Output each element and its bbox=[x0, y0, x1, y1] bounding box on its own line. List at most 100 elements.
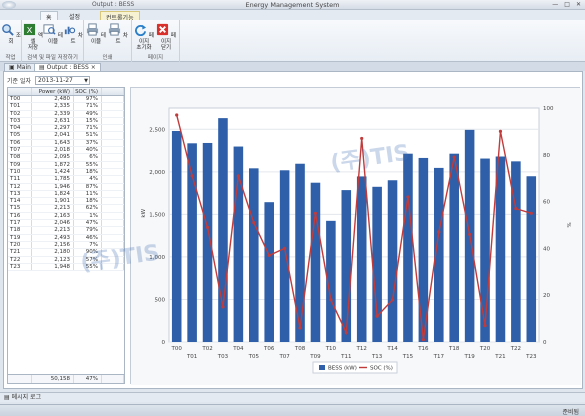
table-row[interactable]: T22 2,123 57% bbox=[8, 256, 124, 264]
soc-point-T09 bbox=[313, 211, 318, 215]
ribbon-tabs: 홈 설정 컨트롤기능 bbox=[0, 10, 585, 22]
row-soc: 18% bbox=[74, 198, 102, 205]
x-tick-label: T05 bbox=[248, 354, 260, 360]
table-row[interactable]: T12 1,946 87% bbox=[8, 183, 124, 191]
x-tick-label: T06 bbox=[263, 346, 275, 352]
table-row[interactable]: T01 2,335 71% bbox=[8, 103, 124, 111]
table-row[interactable]: T05 2,041 51% bbox=[8, 132, 124, 140]
soc-point-T17 bbox=[437, 230, 441, 234]
soc-point-T02 bbox=[205, 225, 210, 229]
row-soc: 57% bbox=[74, 256, 102, 263]
table-row[interactable]: T23 1,948 55% bbox=[8, 263, 124, 272]
row-power: 2,041 bbox=[32, 132, 74, 139]
row-time: T15 bbox=[8, 205, 32, 212]
doc-tab-main[interactable]: ▣ Main bbox=[4, 63, 36, 71]
svg-text:X: X bbox=[27, 25, 33, 35]
row-soc: 55% bbox=[74, 161, 102, 168]
row-time: T06 bbox=[8, 139, 32, 147]
excel-save-button[interactable]: X 엑셀 저장 bbox=[23, 23, 43, 51]
table-row[interactable]: T04 2,297 71% bbox=[8, 125, 124, 133]
row-power: 2,046 bbox=[32, 220, 74, 227]
soc-point-T13 bbox=[375, 314, 379, 318]
x-tick-label: T21 bbox=[494, 354, 505, 360]
bess-chart: 0 500 1,000 1,500 2,000 2,500 0 20 40 60 80 100 kW% T… bbox=[131, 88, 581, 385]
status-text: 준비됨 bbox=[562, 409, 579, 416]
chevron-down-icon[interactable]: ▼ bbox=[84, 77, 88, 85]
x-tick-label: T12 bbox=[356, 346, 367, 352]
table-row[interactable]: T17 2,046 47% bbox=[8, 220, 124, 228]
table-row[interactable]: T10 1,424 18% bbox=[8, 168, 124, 177]
chart-print-button[interactable]: 차트 bbox=[108, 23, 128, 45]
x-tick-label: T00 bbox=[171, 346, 183, 352]
table-row[interactable]: T03 2,631 15% bbox=[8, 117, 124, 126]
row-soc: 40% bbox=[74, 147, 102, 154]
bar-T07 bbox=[279, 170, 290, 342]
x-tick-label: T10 bbox=[325, 346, 337, 352]
close-tab-icon[interactable]: × bbox=[91, 64, 96, 71]
x-tick-label: T07 bbox=[278, 354, 290, 360]
table-row[interactable]: T18 2,213 79% bbox=[8, 227, 124, 235]
date-picker[interactable]: 2013-11-27 ▼ bbox=[35, 76, 90, 85]
table-print-button[interactable]: 테이블 bbox=[86, 23, 106, 45]
table-row[interactable]: T02 2,339 49% bbox=[8, 110, 124, 118]
bar-T14 bbox=[387, 180, 398, 342]
row-time: T07 bbox=[8, 147, 32, 154]
group-search-save: X 엑셀 저장 테이블 차트 검색 및 파일 저장하기 bbox=[22, 20, 84, 62]
message-log-label: 메시지 로그 bbox=[11, 394, 42, 401]
row-power: 2,095 bbox=[32, 154, 74, 161]
row-power: 2,123 bbox=[32, 256, 74, 263]
row-soc: 18% bbox=[74, 168, 102, 176]
chart-print-icon bbox=[109, 23, 121, 36]
table-row[interactable]: T16 2,163 1% bbox=[8, 212, 124, 221]
table-row[interactable]: T15 2,213 62% bbox=[8, 205, 124, 213]
maximize-button[interactable]: □ bbox=[564, 1, 570, 8]
table-row[interactable]: T07 2,018 40% bbox=[8, 147, 124, 155]
close-window-button[interactable]: ✕ bbox=[576, 1, 581, 8]
tab-control-functions[interactable]: 컨트롤기능 bbox=[100, 11, 140, 22]
page-reset-button[interactable]: 페이지 초기화 bbox=[134, 23, 154, 51]
header-soc[interactable]: SOC (%) bbox=[74, 88, 102, 95]
x-tick-label: T22 bbox=[510, 346, 521, 352]
page-close-button[interactable]: 페이지 닫기 bbox=[156, 23, 176, 51]
x-tick-label: T11 bbox=[340, 354, 351, 360]
table-row[interactable]: T13 1,824 11% bbox=[8, 190, 124, 199]
row-power: 2,213 bbox=[32, 205, 74, 212]
table-search-button[interactable]: 테이블 bbox=[43, 23, 63, 45]
x-tick-label: T15 bbox=[402, 354, 414, 360]
table-row[interactable]: T11 1,785 4% bbox=[8, 176, 124, 184]
row-soc: 71% bbox=[74, 103, 102, 110]
tab-home[interactable]: 홈 bbox=[40, 11, 58, 22]
date-label: 기준 일자 bbox=[7, 78, 31, 85]
table-row[interactable]: T08 2,095 6% bbox=[8, 154, 124, 162]
table-row[interactable]: T00 2,480 97% bbox=[8, 96, 124, 104]
row-soc: 6% bbox=[74, 154, 102, 161]
x-tick-label: T02 bbox=[201, 346, 212, 352]
row-power: 2,213 bbox=[32, 227, 74, 234]
soc-point-T15 bbox=[406, 195, 410, 199]
table-row[interactable]: T19 2,493 46% bbox=[8, 234, 124, 242]
table-row[interactable]: T14 1,901 18% bbox=[8, 198, 124, 206]
x-tick-label: T19 bbox=[463, 354, 475, 360]
row-power: 2,335 bbox=[32, 103, 74, 110]
y-tick-label-left: 2,500 bbox=[149, 127, 165, 133]
soc-point-T21 bbox=[498, 129, 503, 133]
chart-search-button[interactable]: 차트 bbox=[63, 23, 83, 45]
tab-settings[interactable]: 설정 bbox=[64, 11, 85, 21]
header-time[interactable] bbox=[8, 88, 32, 95]
table-row[interactable]: T21 2,180 90% bbox=[8, 249, 124, 257]
y-axis-label-right: % bbox=[565, 222, 571, 227]
data-grid: Power (kW) SOC (%) T00 2,480 97% T01 2,335 71… bbox=[7, 87, 125, 384]
y-tick-label-left: 0 bbox=[162, 340, 166, 346]
table-row[interactable]: T09 1,872 55% bbox=[8, 161, 124, 169]
minimize-button[interactable]: — bbox=[552, 1, 558, 8]
table-row[interactable]: T06 1,643 37% bbox=[8, 139, 124, 148]
ribbon: 조회 작업 X 엑셀 저장 테이블 차트 검색 및 파일 저장하기 테이블 차트… bbox=[0, 20, 585, 62]
row-time: T08 bbox=[8, 154, 32, 161]
row-time: T03 bbox=[8, 117, 32, 125]
header-power[interactable]: Power (kW) bbox=[32, 88, 74, 95]
table-row[interactable]: T20 2,156 7% bbox=[8, 241, 124, 250]
soc-point-T06 bbox=[267, 253, 271, 258]
query-button[interactable]: 조회 bbox=[1, 23, 21, 45]
doc-tab-output-bess[interactable]: ▤ Output : BESS × bbox=[34, 63, 101, 71]
row-soc: 79% bbox=[74, 227, 102, 234]
